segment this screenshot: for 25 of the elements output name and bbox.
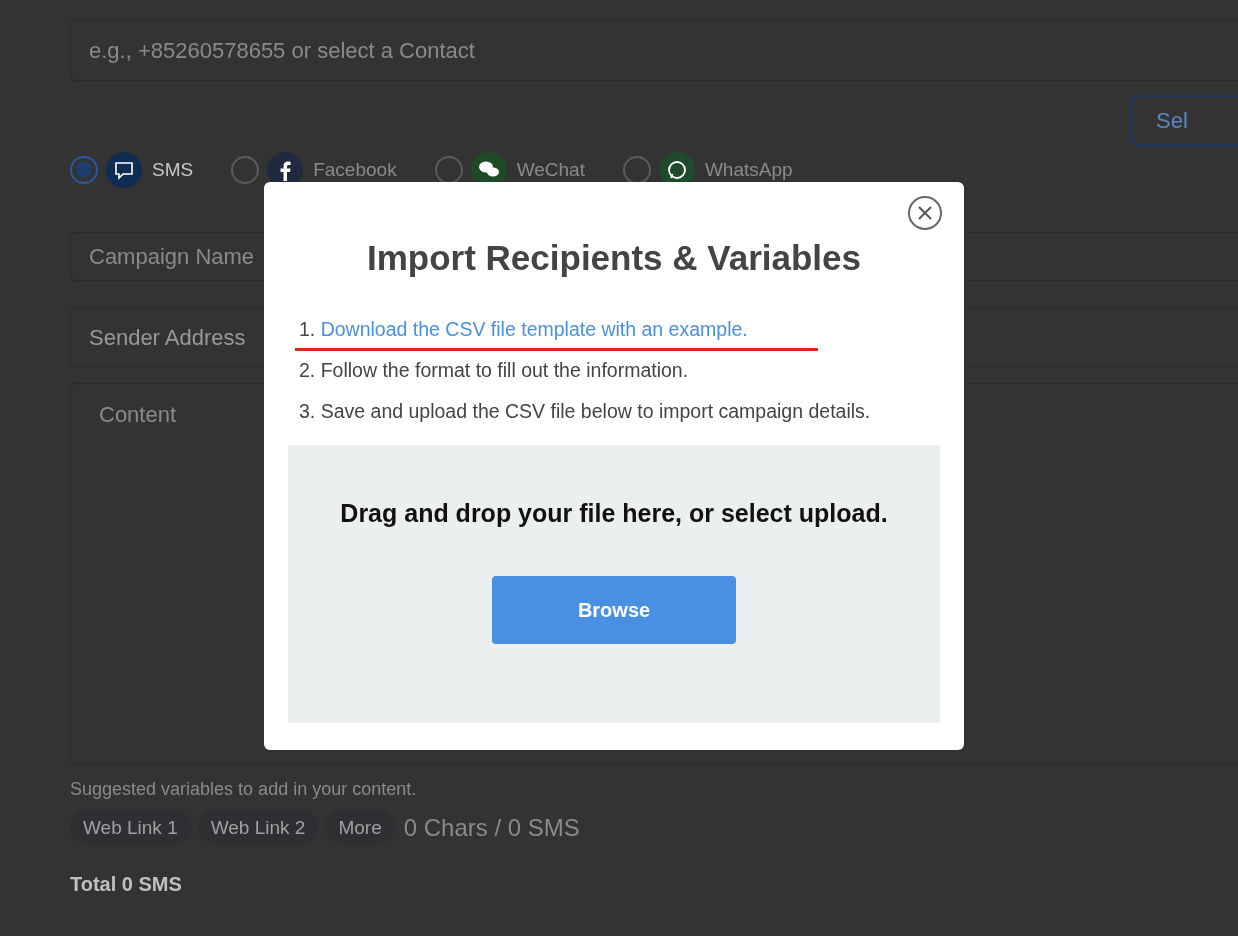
character-count: 0 Chars / 0 SMS	[403, 813, 580, 842]
variable-chip[interactable]: More	[325, 810, 395, 845]
step-text: 3. Save and upload the CSV file below to import campaign details.	[299, 400, 872, 423]
recipient-field[interactable]: e.g., +85260578655 or select a Contact	[70, 20, 1238, 81]
channel-label: Facebook	[313, 160, 397, 180]
channel-label: WeChat	[516, 160, 585, 180]
variable-chip[interactable]: Web Link 1	[70, 810, 191, 845]
sms-icon	[106, 152, 142, 188]
radio-button[interactable]	[231, 156, 260, 184]
variables-hint: Suggested variables to add in your content.	[70, 779, 418, 800]
radio-button[interactable]	[70, 156, 98, 184]
close-button[interactable]	[908, 196, 942, 230]
total-count: Total 0 SMS	[70, 873, 183, 896]
channel-label: SMS	[152, 160, 194, 180]
channel-label: WhatsApp	[704, 160, 793, 180]
dialog-title: Import Recipients & Variables	[365, 238, 863, 278]
drop-zone[interactable]: Drag and drop your file here, or select upload. Browse	[288, 445, 940, 723]
step-text: 2. Follow the format to fill out the information.	[299, 359, 690, 382]
select-button[interactable]: Sel	[1130, 95, 1238, 146]
step-text: 1. Download the CSV file template with an example.	[299, 318, 940, 341]
close-icon	[918, 206, 932, 220]
template-link[interactable]: Download the CSV file template with an example.	[320, 318, 748, 340]
browse-button[interactable]: Browse	[492, 576, 736, 644]
variable-chip[interactable]: Web Link 2	[197, 810, 319, 845]
drop-zone-text: Drag and drop your file here, or select upload.	[340, 499, 888, 528]
